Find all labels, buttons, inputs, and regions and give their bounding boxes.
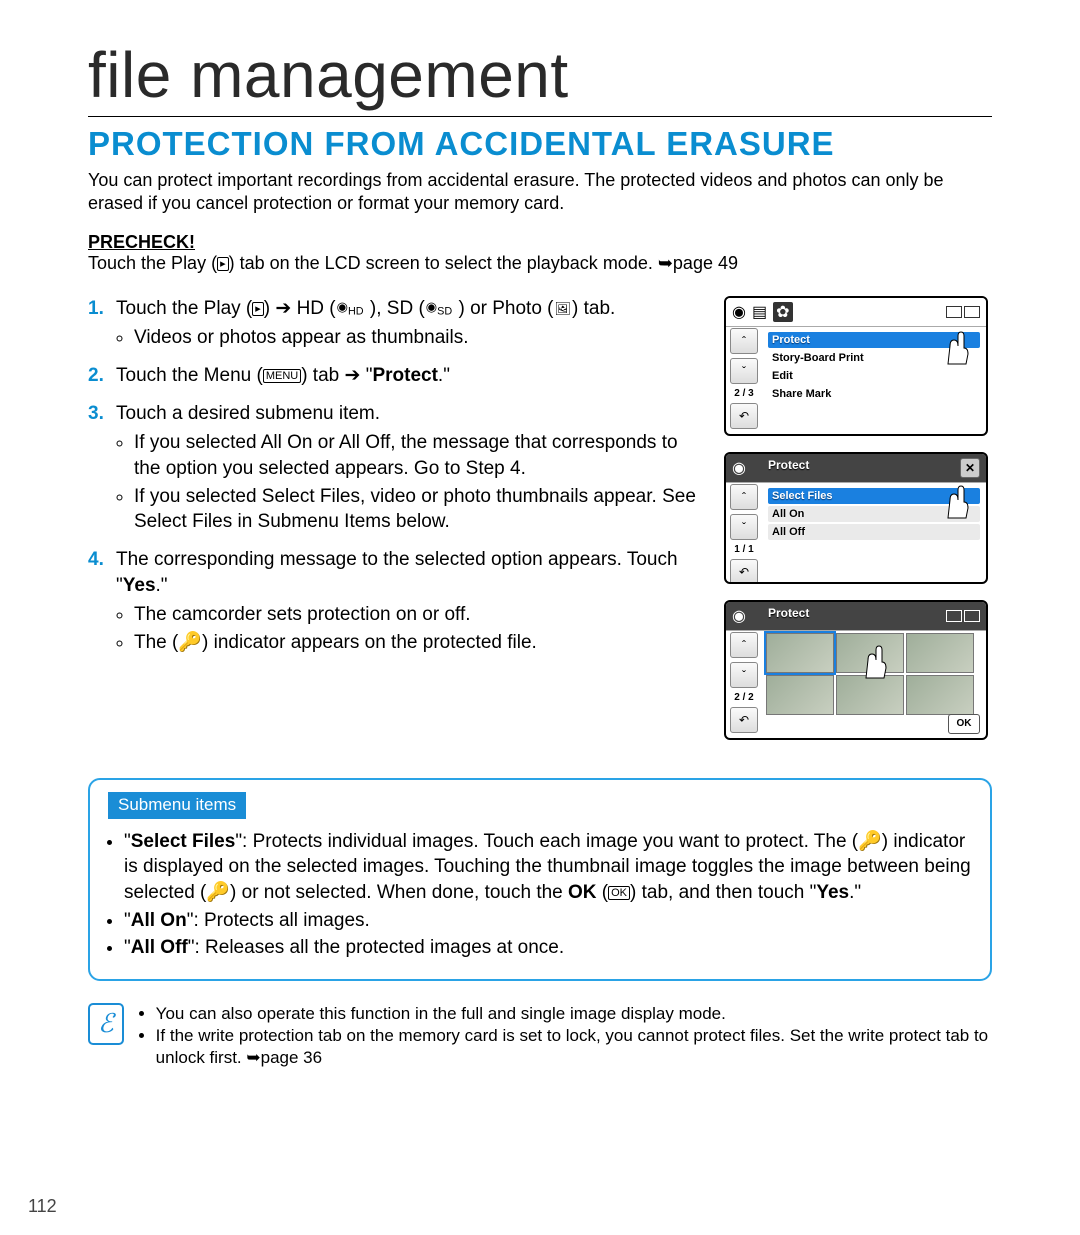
gear-icon: ✿ <box>773 302 792 322</box>
step-4-sub-2: The (🔑) indicator appears on the protect… <box>134 630 704 656</box>
close-button[interactable]: ✕ <box>960 458 980 478</box>
up-button[interactable]: ˆ <box>730 328 758 354</box>
menu-row-edit[interactable]: Edit <box>768 368 980 384</box>
precheck-label: PRECHECK! <box>88 232 195 252</box>
battery-icon <box>946 306 980 318</box>
note-block: ℰ You can also operate this function in … <box>88 1003 992 1069</box>
thumbnail[interactable] <box>906 675 974 715</box>
step-1-sub: Videos or photos appear as thumbnails. <box>134 325 704 351</box>
page-count: 2 / 2 <box>726 692 762 703</box>
thumbnail[interactable] <box>836 633 904 673</box>
note-icon: ℰ <box>88 1003 124 1045</box>
submenu-item-all-on: "All On": Protects all images. <box>124 908 972 934</box>
menu-row-sharemark[interactable]: Share Mark <box>768 386 980 402</box>
sd-icon: ◉SD <box>425 298 453 319</box>
down-button[interactable]: ˇ <box>730 358 758 384</box>
down-button[interactable]: ˇ <box>730 514 758 540</box>
hd-icon: ◉HD <box>336 298 365 319</box>
submenu-item-all-off: "All Off": Releases all the protected im… <box>124 935 972 961</box>
up-button[interactable]: ˆ <box>730 632 758 658</box>
up-button[interactable]: ˆ <box>730 484 758 510</box>
submenu-all-off[interactable]: All Off <box>768 524 980 540</box>
page-number: 112 <box>28 1196 57 1217</box>
battery-icon <box>946 610 980 622</box>
chapter-title: file management <box>88 38 992 117</box>
thumbnail[interactable] <box>766 675 834 715</box>
page-count: 1 / 1 <box>726 544 762 555</box>
ok-button[interactable]: OK <box>948 714 980 734</box>
steps-column: 1. Touch the Play (▸) ➔ HD (◉HD ), SD (◉… <box>88 296 704 756</box>
section-title: PROTECTION FROM ACCIDENTAL ERASURE <box>88 125 992 163</box>
intro-text: You can protect important recordings fro… <box>88 169 992 216</box>
lcd2-title: Protect <box>768 458 809 472</box>
ok-icon: OK <box>608 886 630 900</box>
submenu-select-files[interactable]: Select Files <box>768 488 980 504</box>
play-icon: ▸ <box>217 257 229 271</box>
submenu-all-on[interactable]: All On <box>768 506 980 522</box>
thumbnail[interactable] <box>836 675 904 715</box>
menu-row-protect[interactable]: Protect <box>768 332 980 348</box>
play-mode-icon: ◉ <box>732 302 746 322</box>
page-count: 2 / 3 <box>726 388 762 399</box>
submenu-box: Submenu items "Select Files": Protects i… <box>88 778 992 981</box>
back-button[interactable]: ↶ <box>730 707 758 733</box>
step-2: 2. Touch the Menu (MENU) tab ➔ "Protect.… <box>88 363 704 389</box>
list-icon: ▤ <box>752 302 767 322</box>
lcd-screenshot-1: ◉ ▤ ✿ ˆ ˇ 2 / 3 ↶ Protect Story-Board Pr… <box>724 296 988 436</box>
down-button[interactable]: ˇ <box>730 662 758 688</box>
thumbnail[interactable] <box>766 633 834 673</box>
lcd-screenshot-2: ◉ Protect ✕ ˆ ˇ 1 / 1 ↶ Select Files All… <box>724 452 988 584</box>
back-button[interactable]: ↶ <box>730 559 758 584</box>
menu-row-storyboard[interactable]: Story-Board Print <box>768 350 980 366</box>
note-1: You can also operate this function in th… <box>156 1003 992 1025</box>
step-3-sub-2: If you selected Select Files, video or p… <box>134 484 704 535</box>
step-3-sub-1: If you selected All On or All Off, the m… <box>134 430 704 481</box>
thumbnail[interactable] <box>906 633 974 673</box>
lcd-screenshot-3: ◉ Protect ˆ ˇ 2 / 2 ↶ <box>724 600 988 740</box>
step-4: 4. The corresponding message to the sele… <box>88 547 704 656</box>
step-3: 3. Touch a desired submenu item. If you … <box>88 401 704 535</box>
lcd3-title: Protect <box>768 606 809 620</box>
play-mode-icon: ◉ <box>732 606 746 626</box>
submenu-item-select-files: "Select Files": Protects individual imag… <box>124 829 972 906</box>
play-icon: ▸ <box>252 302 264 316</box>
note-2: If the write protection tab on the memor… <box>156 1025 992 1069</box>
photo-icon: 🖼 <box>554 300 573 318</box>
menu-icon: MENU <box>263 369 301 383</box>
play-mode-icon: ◉ <box>732 458 746 478</box>
submenu-tag: Submenu items <box>108 792 246 819</box>
precheck-body: Touch the Play (▸) tab on the LCD screen… <box>88 253 738 273</box>
back-button[interactable]: ↶ <box>730 403 758 429</box>
step-1: 1. Touch the Play (▸) ➔ HD (◉HD ), SD (◉… <box>88 296 704 351</box>
step-4-sub-1: The camcorder sets protection on or off. <box>134 602 704 628</box>
precheck-block: PRECHECK! Touch the Play (▸) tab on the … <box>88 232 992 274</box>
